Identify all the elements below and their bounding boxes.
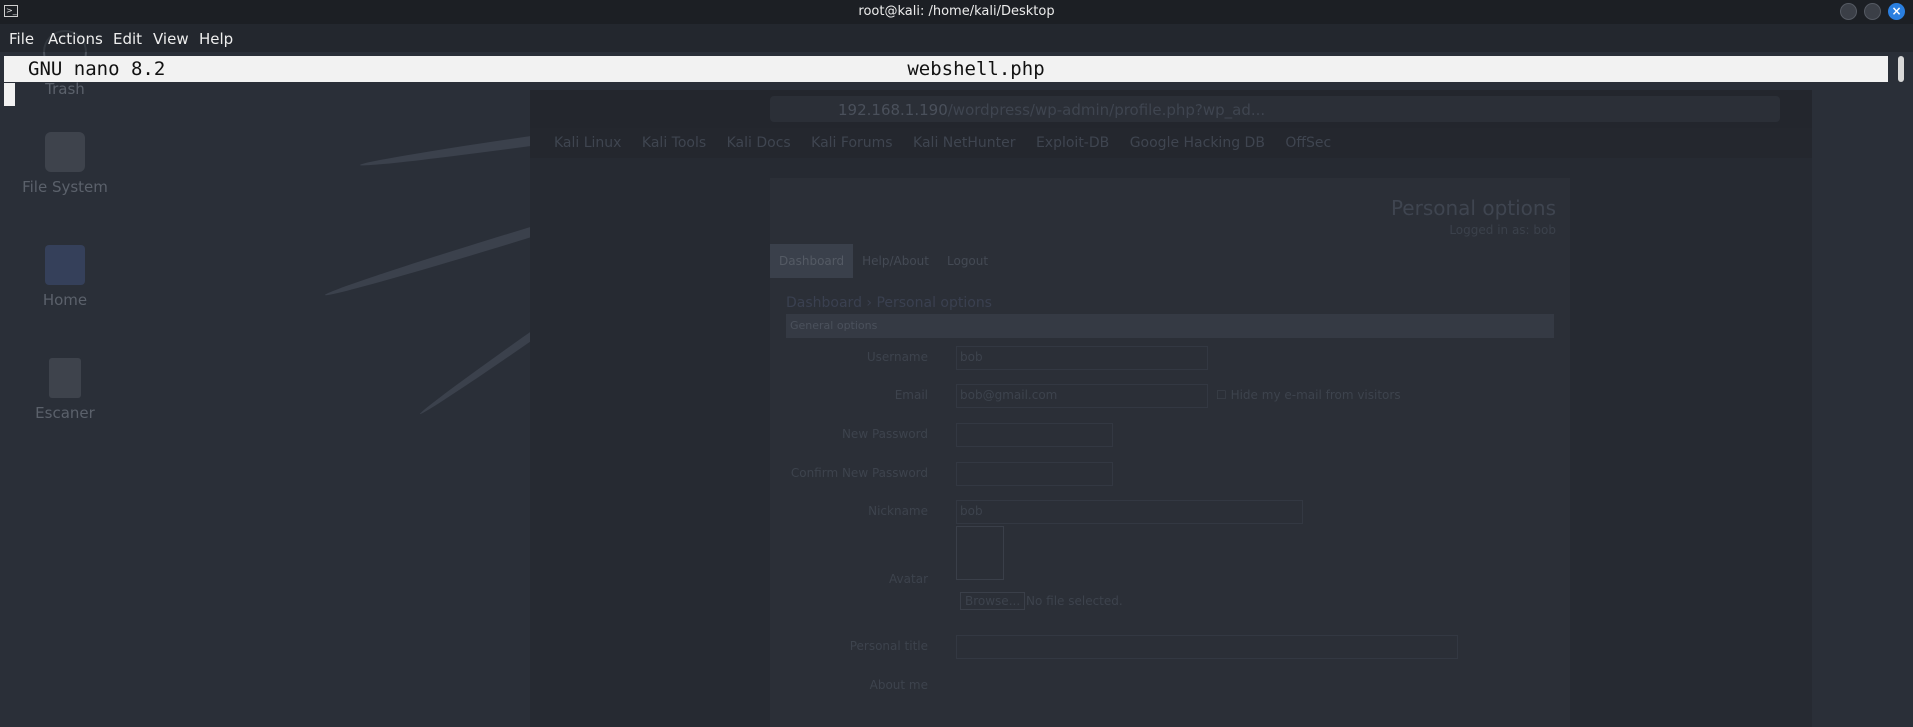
nav-logout[interactable]: Logout [938, 244, 997, 278]
field-label: Username [866, 350, 928, 364]
file-icon [49, 358, 81, 398]
new-password-field[interactable] [956, 423, 1113, 447]
window-title: root@kali: /home/kali/Desktop [858, 4, 1055, 19]
browser-window: 192.168.1.190/wordpress/wp-admin/profile… [530, 90, 1812, 727]
field-label: New Password [841, 427, 928, 441]
breadcrumb: Dashboard › Personal options [786, 295, 992, 311]
menu-actions[interactable]: Actions [48, 30, 103, 48]
bookmarks-bar: Kali Linux Kali Tools Kali Docs Kali For… [530, 128, 1812, 158]
bookmark-item[interactable]: OffSec [1285, 135, 1331, 151]
menu-view[interactable]: View [153, 30, 189, 48]
section-header: General options [786, 314, 1554, 338]
disk-icon [45, 132, 85, 172]
desktop-icon-label: Home [42, 291, 88, 309]
desktop-icon-filesystem[interactable]: File System [20, 132, 110, 196]
personal-title-field[interactable] [956, 635, 1458, 659]
hide-email-label: Hide my e-mail from visitors [1230, 388, 1401, 402]
maximize-button[interactable] [1864, 3, 1881, 20]
field-label: About me [869, 678, 928, 692]
close-button[interactable]: × [1888, 3, 1905, 20]
confirm-password-field[interactable] [956, 462, 1113, 486]
desktop-icon-label: Escaner [35, 404, 95, 422]
url-path: /wordpress/wp-admin/profile.php?wp_ad... [947, 101, 1266, 119]
field-label: Email [894, 388, 928, 402]
page-nav: Dashboard Help/About Logout [770, 244, 997, 278]
bookmark-item[interactable]: Kali Linux [554, 135, 621, 151]
nav-dashboard[interactable]: Dashboard [770, 244, 854, 278]
terminal-scrollbar[interactable] [1898, 56, 1904, 82]
web-page: Personal options Logged in as: bob Dashb… [770, 178, 1570, 727]
bookmark-item[interactable]: Google Hacking DB [1130, 135, 1265, 151]
field-value: bob@gmail.com [960, 388, 1058, 402]
home-folder-icon [45, 245, 85, 285]
terminal-menubar: File Actions Edit View Help [0, 24, 1913, 52]
nav-help-about[interactable]: Help/About [853, 244, 938, 278]
no-file-text: No file selected. [1026, 594, 1123, 608]
desktop-icon-label: Trash [45, 80, 85, 98]
hide-email-checkbox[interactable]: ☐ Hide my e-mail from visitors [1216, 388, 1401, 402]
bookmark-item[interactable]: Kali NetHunter [913, 135, 1015, 151]
username-field[interactable] [956, 346, 1208, 370]
page-title: Personal options [1390, 196, 1556, 220]
desktop-icon-escaner[interactable]: Escaner [20, 358, 110, 422]
menu-edit[interactable]: Edit [113, 30, 142, 48]
field-value: bob [960, 504, 983, 518]
nano-filename: webshell.php [907, 58, 1045, 80]
bookmark-item[interactable]: Kali Forums [811, 135, 892, 151]
desktop-icon-label: File System [22, 178, 108, 196]
field-label: Nickname [868, 504, 928, 518]
browse-button[interactable]: Browse... [960, 592, 1026, 610]
field-label: Personal title [849, 639, 928, 653]
field-label: Avatar [889, 572, 928, 586]
desktop-background: Trash File System Home Escaner 192.168.1… [0, 0, 1913, 727]
desktop-icon-home[interactable]: Home [20, 245, 110, 309]
terminal-titlebar[interactable]: >_ root@kali: /home/kali/Desktop × [0, 0, 1913, 24]
url-host: 192.168.1.190 [838, 101, 948, 119]
menu-file[interactable]: File [9, 30, 34, 48]
url-text: 192.168.1.190/wordpress/wp-admin/profile… [838, 101, 1265, 119]
nano-header-bar: GNU nano 8.2 webshell.php [4, 56, 1888, 82]
field-label: Confirm New Password [790, 466, 928, 480]
field-value: bob [960, 350, 983, 364]
close-icon: × [1891, 4, 1902, 18]
bookmark-item[interactable]: Kali Tools [642, 135, 706, 151]
bookmark-item[interactable]: Exploit-DB [1036, 135, 1109, 151]
browser-toolbar: 192.168.1.190/wordpress/wp-admin/profile… [530, 90, 1812, 128]
avatar [956, 526, 1004, 580]
nickname-field[interactable] [956, 500, 1303, 524]
menu-help[interactable]: Help [199, 30, 233, 48]
minimize-button[interactable] [1840, 3, 1857, 20]
bookmark-item[interactable]: Kali Docs [727, 135, 791, 151]
text-cursor [4, 83, 15, 106]
page-subtitle: Logged in as: bob [1449, 223, 1556, 237]
